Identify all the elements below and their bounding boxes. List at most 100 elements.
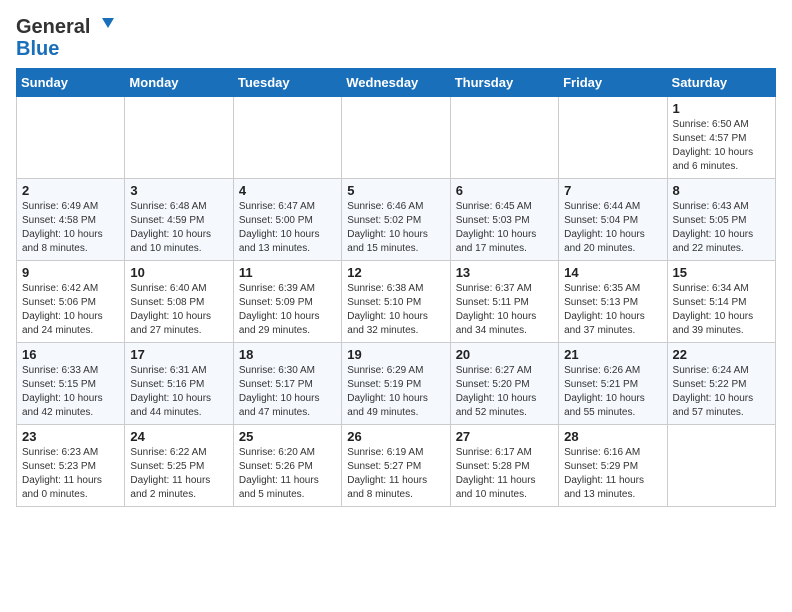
weekday-header-saturday: Saturday xyxy=(667,69,775,97)
week-row-5: 23 Sunrise: 6:23 AMSunset: 5:23 PMDayligh… xyxy=(17,425,776,507)
weekday-header-sunday: Sunday xyxy=(17,69,125,97)
calendar-cell xyxy=(342,97,450,179)
day-number: 7 xyxy=(564,183,661,198)
day-number: 18 xyxy=(239,347,336,362)
day-info: Sunrise: 6:30 AMSunset: 5:17 PMDaylight:… xyxy=(239,364,336,420)
day-info: Sunrise: 6:29 AMSunset: 5:19 PMDaylight:… xyxy=(347,364,444,420)
day-number: 1 xyxy=(673,101,770,116)
day-info: Sunrise: 6:37 AMSunset: 5:11 PMDaylight:… xyxy=(456,282,553,338)
day-number: 6 xyxy=(456,183,553,198)
calendar-cell: 21 Sunrise: 6:26 AMSunset: 5:21 PMDayligh… xyxy=(559,343,667,425)
day-info: Sunrise: 6:39 AMSunset: 5:09 PMDaylight:… xyxy=(239,282,336,338)
day-info: Sunrise: 6:47 AMSunset: 5:00 PMDaylight:… xyxy=(239,200,336,256)
day-info: Sunrise: 6:24 AMSunset: 5:22 PMDaylight:… xyxy=(673,364,770,420)
day-number: 4 xyxy=(239,183,336,198)
day-number: 24 xyxy=(130,429,227,444)
calendar-cell: 12 Sunrise: 6:38 AMSunset: 5:10 PMDayligh… xyxy=(342,261,450,343)
calendar-body: 1 Sunrise: 6:50 AMSunset: 4:57 PMDaylight… xyxy=(17,97,776,507)
calendar-cell xyxy=(667,425,775,507)
calendar-header: SundayMondayTuesdayWednesdayThursdayFrid… xyxy=(17,69,776,97)
day-number: 25 xyxy=(239,429,336,444)
weekday-row: SundayMondayTuesdayWednesdayThursdayFrid… xyxy=(17,69,776,97)
calendar-cell: 8 Sunrise: 6:43 AMSunset: 5:05 PMDaylight… xyxy=(667,179,775,261)
calendar-cell: 23 Sunrise: 6:23 AMSunset: 5:23 PMDayligh… xyxy=(17,425,125,507)
day-info: Sunrise: 6:34 AMSunset: 5:14 PMDaylight:… xyxy=(673,282,770,338)
calendar-cell: 3 Sunrise: 6:48 AMSunset: 4:59 PMDaylight… xyxy=(125,179,233,261)
week-row-2: 2 Sunrise: 6:49 AMSunset: 4:58 PMDaylight… xyxy=(17,179,776,261)
day-info: Sunrise: 6:45 AMSunset: 5:03 PMDaylight:… xyxy=(456,200,553,256)
calendar-cell xyxy=(125,97,233,179)
calendar-cell: 25 Sunrise: 6:20 AMSunset: 5:26 PMDayligh… xyxy=(233,425,341,507)
logo-blue: Blue xyxy=(16,38,59,60)
day-info: Sunrise: 6:46 AMSunset: 5:02 PMDaylight:… xyxy=(347,200,444,256)
day-number: 5 xyxy=(347,183,444,198)
day-info: Sunrise: 6:38 AMSunset: 5:10 PMDaylight:… xyxy=(347,282,444,338)
weekday-header-monday: Monday xyxy=(125,69,233,97)
calendar-cell: 18 Sunrise: 6:30 AMSunset: 5:17 PMDayligh… xyxy=(233,343,341,425)
day-number: 12 xyxy=(347,265,444,280)
calendar: SundayMondayTuesdayWednesdayThursdayFrid… xyxy=(16,68,776,507)
day-number: 13 xyxy=(456,265,553,280)
day-info: Sunrise: 6:50 AMSunset: 4:57 PMDaylight:… xyxy=(673,118,770,174)
calendar-cell xyxy=(233,97,341,179)
calendar-cell xyxy=(17,97,125,179)
calendar-cell: 17Sunrise: 6:31 AMSunset: 5:16 PMDayligh… xyxy=(125,343,233,425)
weekday-header-thursday: Thursday xyxy=(450,69,558,97)
calendar-cell: 19 Sunrise: 6:29 AMSunset: 5:19 PMDayligh… xyxy=(342,343,450,425)
weekday-header-friday: Friday xyxy=(559,69,667,97)
calendar-cell: 24Sunrise: 6:22 AMSunset: 5:25 PMDayligh… xyxy=(125,425,233,507)
day-number: 15 xyxy=(673,265,770,280)
calendar-cell: 22 Sunrise: 6:24 AMSunset: 5:22 PMDayligh… xyxy=(667,343,775,425)
calendar-cell: 16 Sunrise: 6:33 AMSunset: 5:15 PMDayligh… xyxy=(17,343,125,425)
day-info: Sunrise: 6:43 AMSunset: 5:05 PMDaylight:… xyxy=(673,200,770,256)
calendar-cell: 5 Sunrise: 6:46 AMSunset: 5:02 PMDaylight… xyxy=(342,179,450,261)
day-info: Sunrise: 6:20 AMSunset: 5:26 PMDaylight:… xyxy=(239,446,336,502)
day-number: 9 xyxy=(22,265,119,280)
day-info: Sunrise: 6:49 AMSunset: 4:58 PMDaylight:… xyxy=(22,200,119,256)
day-info: Sunrise: 6:35 AMSunset: 5:13 PMDaylight:… xyxy=(564,282,661,338)
calendar-cell: 9 Sunrise: 6:42 AMSunset: 5:06 PMDaylight… xyxy=(17,261,125,343)
weekday-header-tuesday: Tuesday xyxy=(233,69,341,97)
day-info: Sunrise: 6:33 AMSunset: 5:15 PMDaylight:… xyxy=(22,364,119,420)
day-info: Sunrise: 6:27 AMSunset: 5:20 PMDaylight:… xyxy=(456,364,553,420)
day-info: Sunrise: 6:26 AMSunset: 5:21 PMDaylight:… xyxy=(564,364,661,420)
day-number: 20 xyxy=(456,347,553,362)
day-number: 2 xyxy=(22,183,119,198)
day-info: Sunrise: 6:17 AMSunset: 5:28 PMDaylight:… xyxy=(456,446,553,502)
day-number: 16 xyxy=(22,347,119,362)
day-number: 14 xyxy=(564,265,661,280)
calendar-cell: 14 Sunrise: 6:35 AMSunset: 5:13 PMDayligh… xyxy=(559,261,667,343)
calendar-cell: 1 Sunrise: 6:50 AMSunset: 4:57 PMDaylight… xyxy=(667,97,775,179)
day-info: Sunrise: 6:44 AMSunset: 5:04 PMDaylight:… xyxy=(564,200,661,256)
day-info: Sunrise: 6:48 AMSunset: 4:59 PMDaylight:… xyxy=(130,200,227,256)
header: General Blue xyxy=(16,16,776,60)
calendar-cell: 26 Sunrise: 6:19 AMSunset: 5:27 PMDayligh… xyxy=(342,425,450,507)
day-info: Sunrise: 6:23 AMSunset: 5:23 PMDaylight:… xyxy=(22,446,119,502)
day-number: 23 xyxy=(22,429,119,444)
day-number: 10 xyxy=(130,265,227,280)
day-info: Sunrise: 6:42 AMSunset: 5:06 PMDaylight:… xyxy=(22,282,119,338)
week-row-3: 9 Sunrise: 6:42 AMSunset: 5:06 PMDaylight… xyxy=(17,261,776,343)
day-number: 19 xyxy=(347,347,444,362)
day-info: Sunrise: 6:40 AMSunset: 5:08 PMDaylight:… xyxy=(130,282,227,338)
week-row-1: 1 Sunrise: 6:50 AMSunset: 4:57 PMDaylight… xyxy=(17,97,776,179)
day-info: Sunrise: 6:19 AMSunset: 5:27 PMDaylight:… xyxy=(347,446,444,502)
day-number: 21 xyxy=(564,347,661,362)
day-number: 8 xyxy=(673,183,770,198)
day-number: 28 xyxy=(564,429,661,444)
calendar-cell xyxy=(559,97,667,179)
calendar-cell: 15 Sunrise: 6:34 AMSunset: 5:14 PMDayligh… xyxy=(667,261,775,343)
weekday-header-wednesday: Wednesday xyxy=(342,69,450,97)
day-number: 17 xyxy=(130,347,227,362)
day-number: 22 xyxy=(673,347,770,362)
logo-text: General Blue xyxy=(16,16,114,60)
calendar-cell: 27Sunrise: 6:17 AMSunset: 5:28 PMDayligh… xyxy=(450,425,558,507)
day-number: 3 xyxy=(130,183,227,198)
logo-general: General xyxy=(16,16,90,38)
calendar-cell: 11Sunrise: 6:39 AMSunset: 5:09 PMDayligh… xyxy=(233,261,341,343)
day-number: 26 xyxy=(347,429,444,444)
calendar-cell: 28Sunrise: 6:16 AMSunset: 5:29 PMDayligh… xyxy=(559,425,667,507)
calendar-cell: 13 Sunrise: 6:37 AMSunset: 5:11 PMDayligh… xyxy=(450,261,558,343)
week-row-4: 16 Sunrise: 6:33 AMSunset: 5:15 PMDayligh… xyxy=(17,343,776,425)
logo: General Blue xyxy=(16,16,114,60)
